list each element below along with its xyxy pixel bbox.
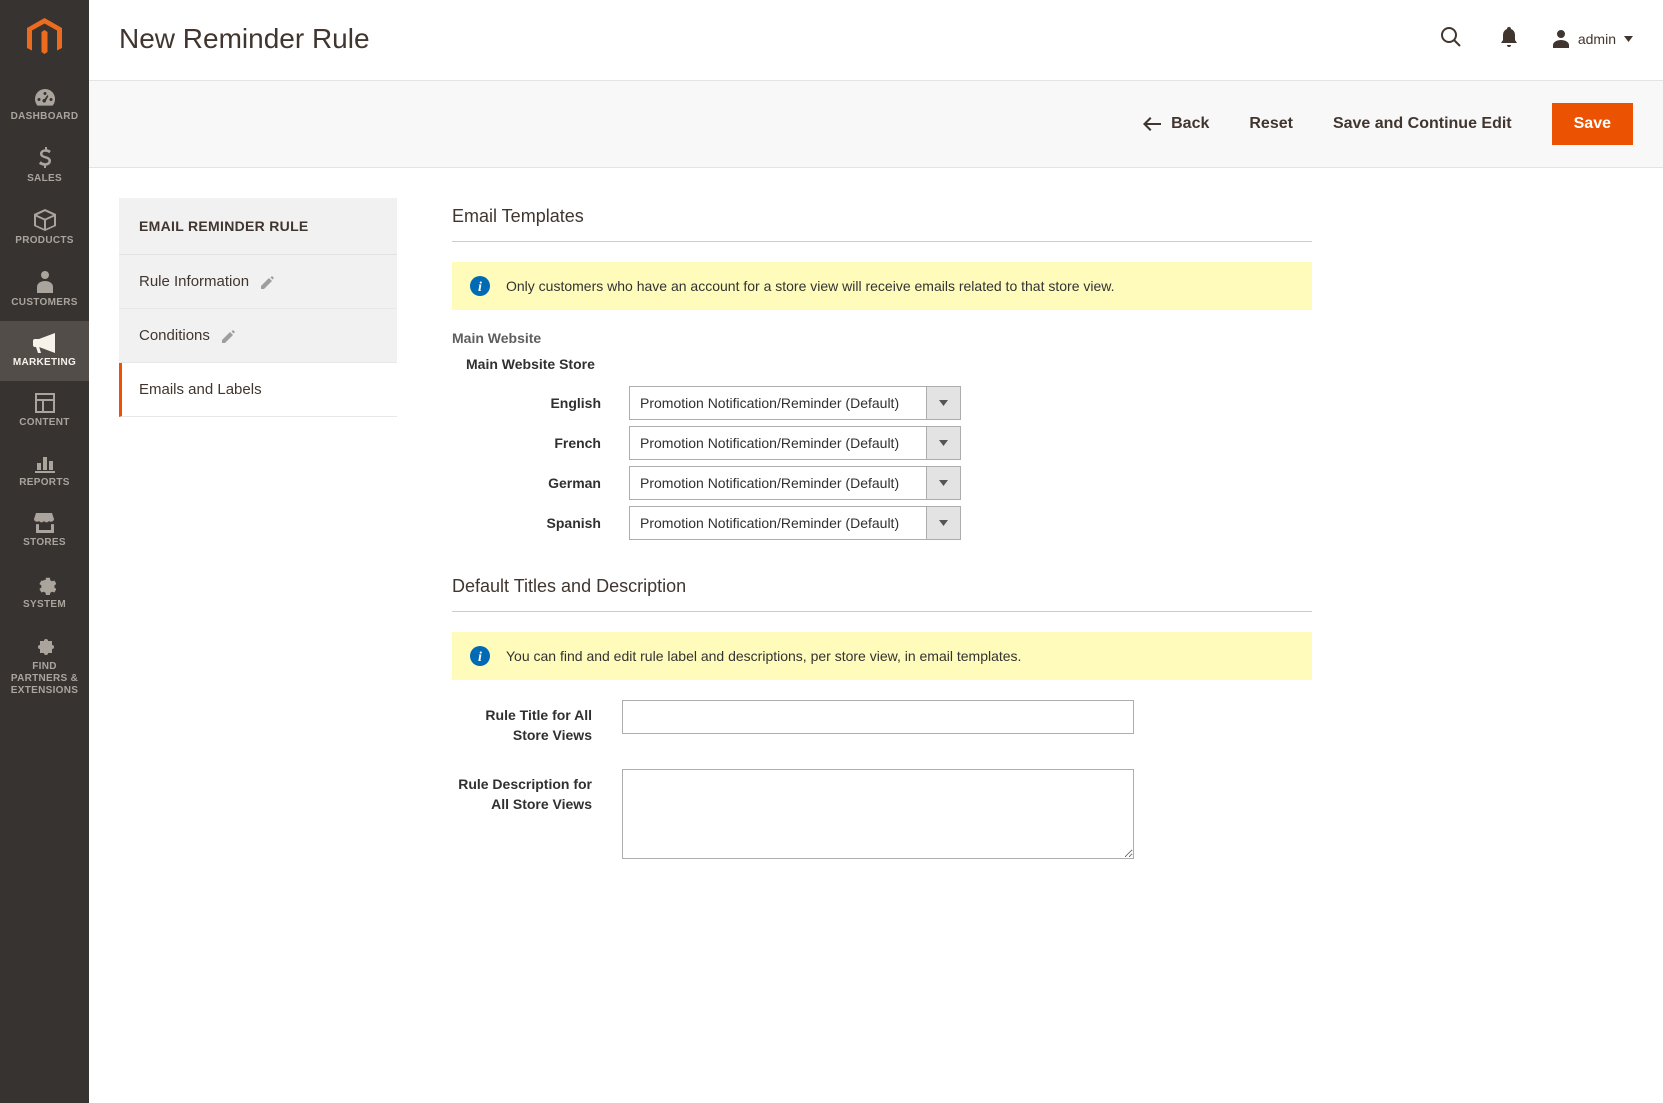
caret-down-icon: [939, 400, 948, 406]
nav-label: FIND PARTNERS & EXTENSIONS: [4, 661, 85, 697]
svg-text:i: i: [478, 650, 482, 665]
caret-down-icon: [1624, 36, 1633, 42]
section-email-templates-title: Email Templates: [452, 198, 1312, 242]
dashboard-icon: [33, 87, 57, 107]
admin-sidebar: DASHBOARD SALES PRODUCTS CUSTOMERS MARKE…: [0, 0, 89, 1103]
info-icon: i: [470, 646, 490, 666]
notifications-button[interactable]: [1496, 23, 1522, 54]
nav-label: CONTENT: [4, 417, 85, 429]
nav-marketing[interactable]: MARKETING: [0, 321, 89, 381]
nav-label: REPORTS: [4, 477, 85, 489]
rule-desc-label: Rule Description for All Store Views: [452, 769, 622, 814]
select-german[interactable]: [629, 466, 927, 500]
puzzle-icon: [34, 635, 56, 657]
notice-text: You can find and edit rule label and des…: [506, 648, 1021, 664]
tab-conditions[interactable]: Conditions: [119, 309, 397, 363]
notice-text: Only customers who have an account for a…: [506, 278, 1115, 294]
rule-desc-input[interactable]: [622, 769, 1134, 859]
select-english[interactable]: [629, 386, 927, 420]
nav-products[interactable]: PRODUCTS: [0, 197, 89, 259]
tab-label: Emails and Labels: [139, 381, 262, 398]
field-rule-title: Rule Title for All Store Views: [452, 700, 1312, 745]
form-area: Email Templates i Only customers who hav…: [452, 198, 1312, 883]
tab-emails-labels[interactable]: Emails and Labels: [119, 363, 397, 417]
tab-label: Conditions: [139, 327, 210, 344]
nav-system[interactable]: SYSTEM: [0, 561, 89, 623]
logo[interactable]: [0, 0, 89, 75]
caret-down-icon: [939, 520, 948, 526]
field-german: German: [484, 466, 1312, 500]
info-icon: i: [470, 276, 490, 296]
nav-stores[interactable]: STORES: [0, 501, 89, 561]
user-icon: [1552, 30, 1570, 48]
nav-label: DASHBOARD: [4, 111, 85, 123]
bar-chart-icon: [35, 453, 55, 473]
reset-button[interactable]: Reset: [1249, 115, 1293, 133]
section-titles-desc-title: Default Titles and Description: [452, 568, 1312, 612]
nav-label: PRODUCTS: [4, 235, 85, 247]
tab-rule-information[interactable]: Rule Information: [119, 255, 397, 309]
nav-reports[interactable]: REPORTS: [0, 441, 89, 501]
search-button[interactable]: [1436, 22, 1466, 55]
rule-title-label: Rule Title for All Store Views: [452, 700, 622, 745]
dollar-icon: [38, 147, 52, 169]
field-label-english: English: [484, 395, 629, 411]
select-french[interactable]: [629, 426, 927, 460]
notice-rule-label: i You can find and edit rule label and d…: [452, 632, 1312, 680]
layout-icon: [35, 393, 55, 413]
field-english: English: [484, 386, 1312, 420]
back-button[interactable]: Back: [1143, 115, 1209, 133]
bell-icon: [1500, 27, 1518, 47]
select-spanish[interactable]: [629, 506, 927, 540]
user-label: admin: [1578, 31, 1616, 47]
notice-store-view: i Only customers who have an account for…: [452, 262, 1312, 310]
box-icon: [34, 209, 56, 231]
nav-content[interactable]: CONTENT: [0, 381, 89, 441]
caret-down-icon: [939, 480, 948, 486]
page-title: New Reminder Rule: [119, 23, 370, 55]
nav-sales[interactable]: SALES: [0, 135, 89, 197]
pencil-icon: [261, 275, 275, 289]
select-caret[interactable]: [927, 386, 961, 420]
field-label-spanish: Spanish: [484, 515, 629, 531]
magento-logo-icon: [27, 18, 62, 58]
nav-label: MARKETING: [4, 357, 85, 369]
save-continue-button[interactable]: Save and Continue Edit: [1333, 115, 1512, 133]
save-button[interactable]: Save: [1552, 103, 1633, 145]
pencil-icon: [222, 329, 236, 343]
tabs-panel: EMAIL REMINDER RULE Rule Information Con…: [119, 198, 397, 417]
person-icon: [37, 271, 53, 293]
tab-label: Rule Information: [139, 273, 249, 290]
nav-label: SYSTEM: [4, 599, 85, 611]
store-icon: [34, 513, 56, 533]
back-label: Back: [1171, 115, 1209, 133]
arrow-left-icon: [1143, 117, 1161, 131]
field-label-french: French: [484, 435, 629, 451]
nav-customers[interactable]: CUSTOMERS: [0, 259, 89, 321]
select-caret[interactable]: [927, 426, 961, 460]
admin-user-menu[interactable]: admin: [1552, 30, 1633, 48]
tabs-panel-title: EMAIL REMINDER RULE: [119, 198, 397, 255]
website-label: Main Website: [452, 330, 1312, 346]
field-spanish: Spanish: [484, 506, 1312, 540]
nav-partners[interactable]: FIND PARTNERS & EXTENSIONS: [0, 623, 89, 709]
search-icon: [1440, 26, 1462, 48]
caret-down-icon: [939, 440, 948, 446]
nav-label: SALES: [4, 173, 85, 185]
select-caret[interactable]: [927, 466, 961, 500]
field-rule-description: Rule Description for All Store Views: [452, 769, 1312, 859]
field-french: French: [484, 426, 1312, 460]
field-label-german: German: [484, 475, 629, 491]
nav-label: CUSTOMERS: [4, 297, 85, 309]
nav-dashboard[interactable]: DASHBOARD: [0, 75, 89, 135]
gear-icon: [34, 573, 56, 595]
nav-label: STORES: [4, 537, 85, 549]
megaphone-icon: [33, 333, 57, 353]
action-bar: Back Reset Save and Continue Edit Save: [89, 80, 1663, 168]
page-header: New Reminder Rule admin: [89, 0, 1663, 80]
store-label: Main Website Store: [466, 356, 1312, 372]
svg-text:i: i: [478, 280, 482, 295]
select-caret[interactable]: [927, 506, 961, 540]
rule-title-input[interactable]: [622, 700, 1134, 734]
